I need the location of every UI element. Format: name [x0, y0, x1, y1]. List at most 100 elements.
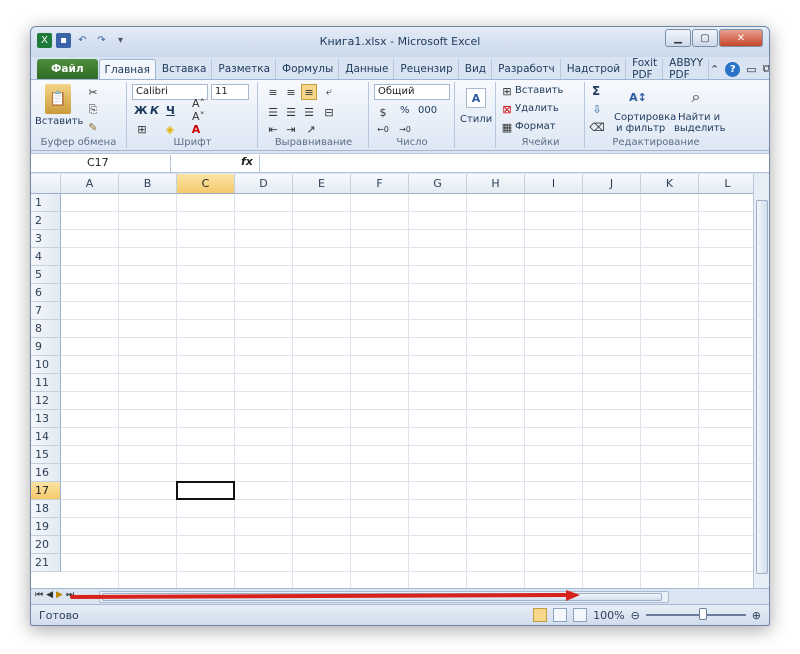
row-header[interactable]: 11: [31, 374, 61, 392]
first-sheet-icon[interactable]: ⏮: [35, 590, 43, 600]
next-sheet-icon[interactable]: ▶: [56, 590, 63, 600]
row-header[interactable]: 1: [31, 194, 61, 212]
column-header[interactable]: E: [293, 174, 351, 194]
worksheet-grid[interactable]: A B C D E F G H I J K L 1 2 3 4 5 6 7 8 9 10 11 12 13 14 15 16 17 18 1…: [31, 174, 753, 588]
column-header[interactable]: F: [351, 174, 409, 194]
tab-page-layout[interactable]: Разметка: [213, 59, 277, 79]
find-select-button[interactable]: Найти и: [678, 112, 720, 123]
row-header[interactable]: 8: [31, 320, 61, 338]
copy-icon[interactable]: ⎘: [85, 102, 101, 118]
column-header[interactable]: I: [525, 174, 583, 194]
column-header[interactable]: J: [583, 174, 641, 194]
restore-doc-icon[interactable]: ⧉: [763, 62, 769, 76]
tab-view[interactable]: Вид: [460, 59, 493, 79]
row-header[interactable]: 10: [31, 356, 61, 374]
fill-color-icon[interactable]: ◈: [162, 122, 178, 136]
align-middle-icon[interactable]: ≡: [283, 84, 299, 100]
format-painter-icon[interactable]: ✎: [85, 120, 101, 134]
minimize-button[interactable]: ▁: [665, 29, 691, 47]
paste-button[interactable]: Вставить: [35, 116, 83, 127]
tab-addins[interactable]: Надстрой: [562, 59, 627, 79]
tab-developer[interactable]: Разработч: [493, 59, 561, 79]
find-select-icon[interactable]: ⌕: [684, 84, 708, 110]
column-header[interactable]: B: [119, 174, 177, 194]
zoom-slider-knob[interactable]: [699, 608, 708, 620]
cut-icon[interactable]: ✂: [85, 84, 101, 100]
row-header[interactable]: 21: [31, 554, 61, 572]
page-break-view-button[interactable]: [573, 608, 588, 622]
align-center-icon[interactable]: ☰: [283, 104, 299, 120]
decrease-indent-icon[interactable]: ⇤: [265, 122, 281, 136]
align-top-icon[interactable]: ≡: [265, 84, 281, 100]
row-header[interactable]: 15: [31, 446, 61, 464]
zoom-slider[interactable]: [645, 608, 746, 620]
row-header[interactable]: 2: [31, 212, 61, 230]
column-header[interactable]: C: [177, 174, 235, 194]
row-header[interactable]: 16: [31, 464, 61, 482]
page-layout-view-button[interactable]: [553, 608, 568, 622]
row-header[interactable]: 17: [31, 482, 61, 500]
styles-icon[interactable]: A: [466, 88, 486, 108]
currency-icon[interactable]: $: [374, 104, 392, 120]
zoom-out-icon[interactable]: ⊖: [631, 609, 640, 622]
sort-filter-button[interactable]: Сортировка: [614, 112, 676, 123]
tab-insert[interactable]: Вставка: [157, 59, 213, 79]
orientation-icon[interactable]: ↗: [303, 122, 319, 136]
row-header[interactable]: 18: [31, 500, 61, 518]
fill-icon[interactable]: ⇩: [590, 102, 604, 116]
row-header[interactable]: 6: [31, 284, 61, 302]
merge-cells-icon[interactable]: ⊟: [321, 104, 337, 120]
autosum-button[interactable]: Σ: [592, 84, 600, 98]
thousands-button[interactable]: 000: [418, 105, 437, 116]
tab-data[interactable]: Данные: [340, 59, 395, 79]
format-cells-button[interactable]: Формат: [515, 121, 556, 132]
column-header[interactable]: H: [467, 174, 525, 194]
increase-indent-icon[interactable]: ⇥: [283, 122, 299, 136]
align-left-icon[interactable]: ☰: [265, 104, 281, 120]
tab-review[interactable]: Рецензир: [395, 59, 459, 79]
row-header[interactable]: 12: [31, 392, 61, 410]
tab-formulas[interactable]: Формулы: [277, 59, 340, 79]
column-header[interactable]: G: [409, 174, 467, 194]
paste-icon[interactable]: 📋: [45, 84, 71, 114]
vertical-scrollbar[interactable]: [753, 174, 769, 588]
underline-button[interactable]: Ч: [166, 104, 175, 117]
percent-button[interactable]: %: [400, 105, 410, 116]
select-all-corner[interactable]: [31, 174, 61, 194]
decrease-decimal-icon[interactable]: →0: [396, 122, 414, 136]
row-header[interactable]: 3: [31, 230, 61, 248]
collapse-ribbon-icon[interactable]: ⌃: [710, 63, 719, 76]
minimize-doc-icon[interactable]: ▭: [746, 63, 756, 76]
row-header[interactable]: 19: [31, 518, 61, 536]
insert-cells-button[interactable]: Вставить: [515, 85, 563, 96]
prev-sheet-icon[interactable]: ◀: [46, 590, 53, 600]
column-header[interactable]: L: [699, 174, 753, 194]
row-header[interactable]: 14: [31, 428, 61, 446]
row-header[interactable]: 9: [31, 338, 61, 356]
clear-icon[interactable]: ⌫: [589, 120, 605, 134]
function-icon[interactable]: fx: [241, 155, 253, 168]
column-header[interactable]: A: [61, 174, 119, 194]
align-right-icon[interactable]: ☰: [301, 104, 317, 120]
borders-icon[interactable]: ⊞: [134, 122, 150, 136]
tab-home[interactable]: Главная: [98, 59, 156, 79]
format-cells-icon[interactable]: ▦: [501, 120, 513, 134]
delete-cells-button[interactable]: Удалить: [515, 103, 559, 114]
insert-cells-icon[interactable]: ⊞: [501, 84, 513, 98]
normal-view-button[interactable]: [533, 608, 548, 622]
delete-cells-icon[interactable]: ⊠: [501, 102, 513, 116]
wrap-text-icon[interactable]: ⤶: [321, 84, 337, 100]
bold-button[interactable]: Ж: [134, 104, 147, 117]
zoom-in-icon[interactable]: ⊕: [752, 609, 761, 622]
number-format-select[interactable]: Общий: [374, 84, 450, 100]
align-bottom-icon[interactable]: ≡: [301, 84, 317, 100]
column-header[interactable]: K: [641, 174, 699, 194]
help-icon[interactable]: ?: [725, 61, 741, 77]
active-cell[interactable]: [176, 481, 235, 500]
row-header[interactable]: 7: [31, 302, 61, 320]
increase-font-icon[interactable]: A˄ A˅: [192, 97, 220, 123]
tab-foxit-pdf[interactable]: Foxit PDF: [627, 57, 664, 81]
row-header[interactable]: 13: [31, 410, 61, 428]
tab-abbyy-pdf[interactable]: ABBYY PDF: [664, 57, 709, 81]
row-header[interactable]: 4: [31, 248, 61, 266]
